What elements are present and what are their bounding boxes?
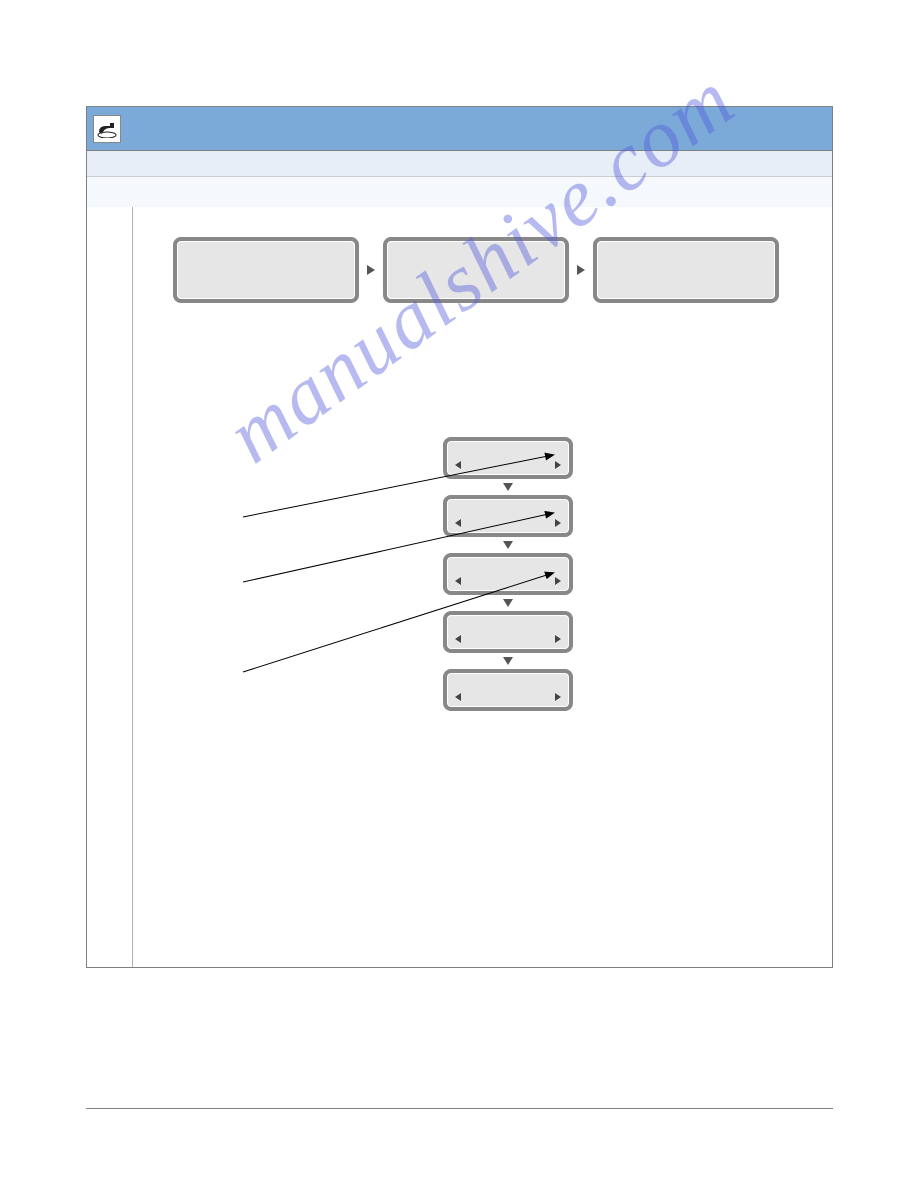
flow-row — [173, 237, 812, 303]
main-content — [133, 207, 832, 967]
sidebar — [87, 207, 133, 967]
header-bar — [87, 107, 832, 151]
page-container — [86, 106, 833, 968]
pointer-arrows — [223, 437, 563, 737]
sub-header-row-1 — [87, 151, 832, 177]
footer-divider — [86, 1108, 833, 1109]
sub-header-row-2 — [87, 177, 832, 207]
flow-box-1 — [173, 237, 359, 303]
arrow-right-icon — [577, 265, 585, 275]
phone-icon — [93, 115, 121, 143]
flow-box-2 — [383, 237, 569, 303]
arrow-right-icon — [367, 265, 375, 275]
content-area — [87, 207, 832, 967]
flow-box-3 — [593, 237, 779, 303]
